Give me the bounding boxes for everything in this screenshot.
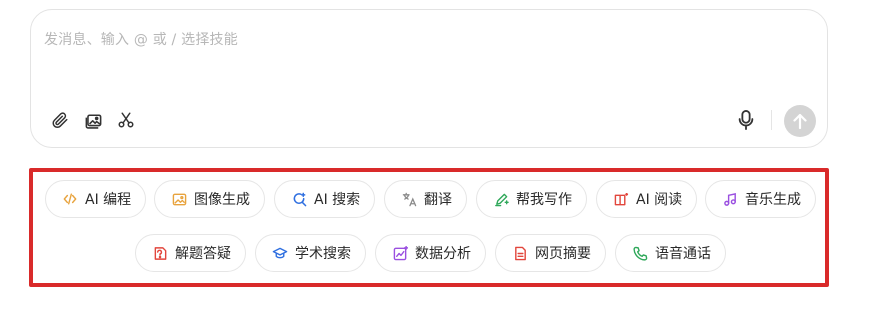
microphone-icon[interactable] xyxy=(735,109,757,131)
music-icon xyxy=(722,191,738,207)
toolbar-divider xyxy=(771,110,772,130)
skill-voice-call[interactable]: 语音通话 xyxy=(615,234,726,272)
chart-sparkle-icon xyxy=(392,245,408,261)
skill-label: 解题答疑 xyxy=(175,246,231,262)
skill-image-generation[interactable]: 图像生成 xyxy=(154,180,265,218)
graduation-cap-icon xyxy=(272,245,288,261)
skill-label: AI 编程 xyxy=(85,192,132,208)
skill-translate[interactable]: 翻译 xyxy=(384,180,467,218)
skill-label: 语音通话 xyxy=(655,246,711,262)
skill-ai-search[interactable]: AI 搜索 xyxy=(274,180,376,218)
message-input[interactable]: 发消息、输入 @ 或 / 选择技能 xyxy=(44,29,238,49)
skill-ai-reading[interactable]: AI 阅读 xyxy=(596,180,698,218)
skill-label: 学术搜索 xyxy=(295,246,351,262)
send-button[interactable] xyxy=(784,105,816,137)
code-icon xyxy=(62,191,78,207)
skill-label: 图像生成 xyxy=(194,192,250,208)
paperclip-icon[interactable] xyxy=(49,109,71,131)
image-sparkle-icon xyxy=(171,191,187,207)
pen-sparkle-icon xyxy=(493,191,509,207)
skills-highlight-frame: AI 编程 图像生成 AI 搜索 翻译 帮我写作 AI 阅读 音乐生成 解题答疑… xyxy=(29,168,829,287)
skill-data-analysis[interactable]: 数据分析 xyxy=(375,234,486,272)
skill-label: AI 阅读 xyxy=(636,192,683,208)
webpage-doc-icon xyxy=(512,245,528,261)
question-doc-icon xyxy=(152,245,168,261)
skill-ai-coding[interactable]: AI 编程 xyxy=(45,180,147,218)
book-sparkle-icon xyxy=(613,191,629,207)
translate-icon xyxy=(401,191,417,207)
skill-academic-search[interactable]: 学术搜索 xyxy=(255,234,366,272)
skill-webpage-summary[interactable]: 网页摘要 xyxy=(495,234,606,272)
phone-icon xyxy=(632,245,648,261)
skill-problem-solving[interactable]: 解题答疑 xyxy=(135,234,246,272)
chat-input-box[interactable]: 发消息、输入 @ 或 / 选择技能 xyxy=(30,9,828,148)
skill-label: 音乐生成 xyxy=(745,192,801,208)
skill-writing-assistant[interactable]: 帮我写作 xyxy=(476,180,587,218)
skill-label: 帮我写作 xyxy=(516,192,572,208)
skill-music-generation[interactable]: 音乐生成 xyxy=(705,180,816,218)
skill-label: 翻译 xyxy=(424,192,452,208)
image-gallery-icon[interactable] xyxy=(82,109,104,131)
scissors-icon[interactable] xyxy=(115,109,137,131)
skill-label: AI 搜索 xyxy=(314,192,361,208)
skill-label: 数据分析 xyxy=(415,246,471,262)
search-sparkle-icon xyxy=(291,191,307,207)
skill-label: 网页摘要 xyxy=(535,246,591,262)
input-toolbar xyxy=(49,109,137,131)
